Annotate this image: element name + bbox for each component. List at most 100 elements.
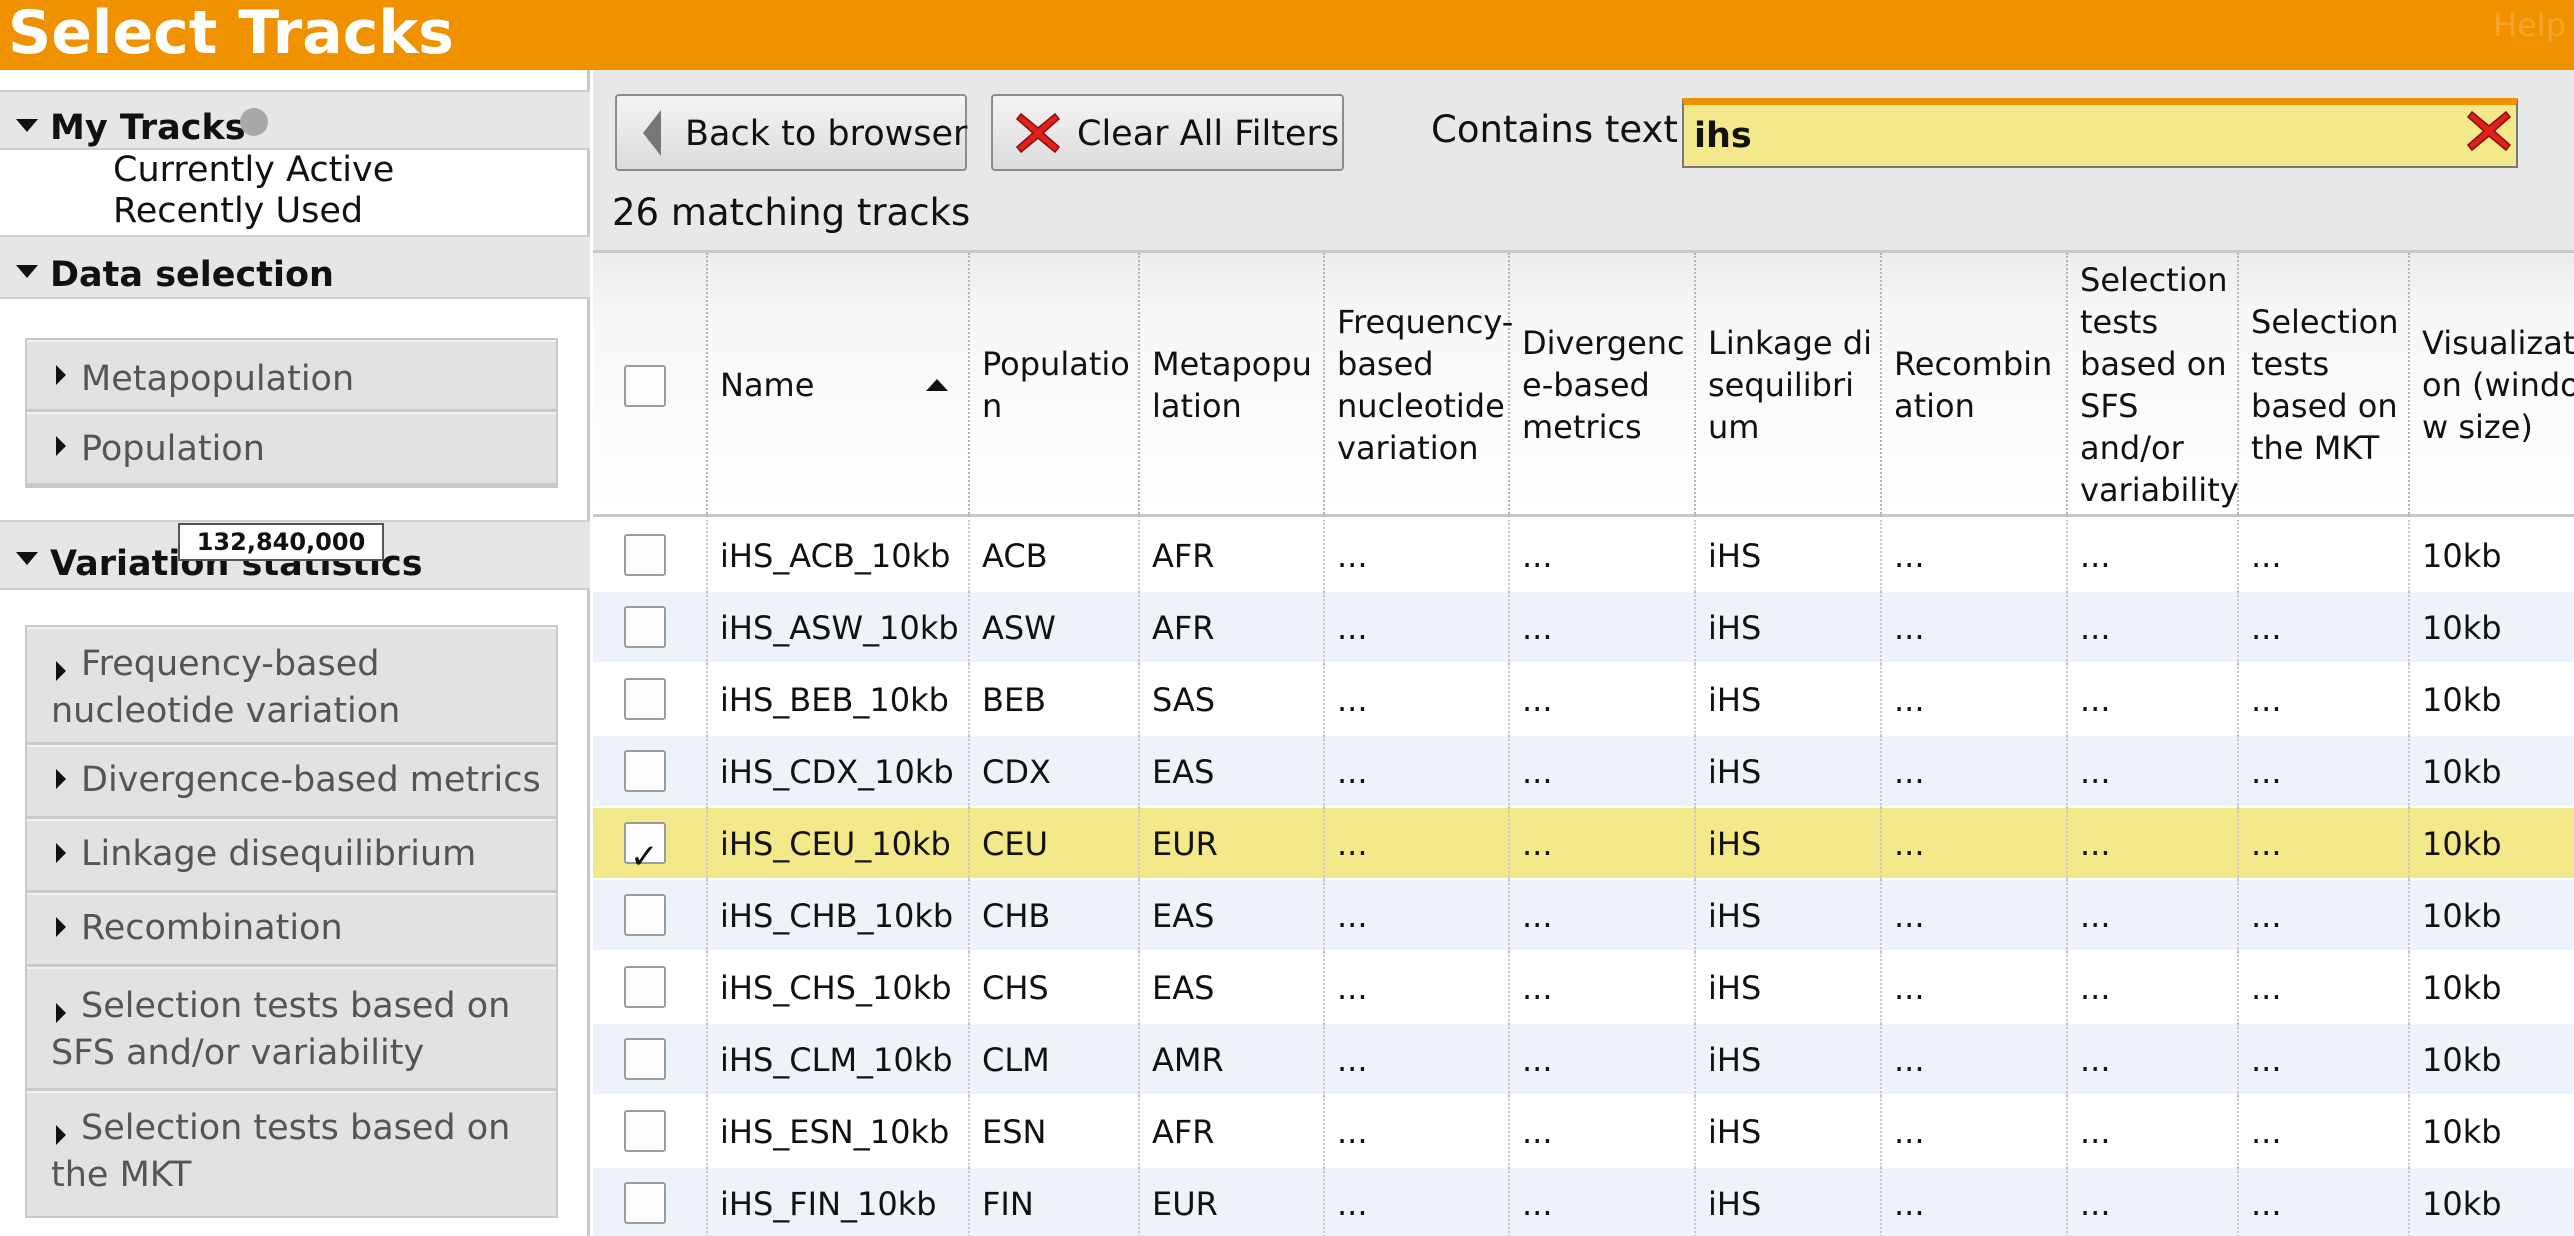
facet-divergence-based[interactable]: Divergence-based metrics	[27, 745, 556, 819]
table-cell: ...	[1882, 736, 2068, 808]
recently-used-link[interactable]: Recently Used	[113, 191, 363, 231]
my-tracks-header[interactable]: My Tracks	[0, 90, 590, 150]
column-header-visualization[interactable]: Visualization (window size)	[2410, 253, 2574, 517]
table-cell: ...	[1325, 880, 1510, 952]
table-cell: ACB	[970, 520, 1140, 592]
table-cell: ...	[1325, 664, 1510, 736]
table-cell: EAS	[1140, 736, 1325, 808]
table-cell: iHS_BEB_10kb	[708, 664, 970, 736]
facet-recombination[interactable]: Recombination	[27, 893, 556, 967]
tracks-table: Name Population Metapopulation Frequency…	[593, 250, 2574, 1236]
data-selection-header[interactable]: Data selection	[0, 235, 590, 299]
table-cell: ...	[1510, 1096, 1696, 1168]
table-row[interactable]: iHS_ACB_10kb ACB AFR...... iHS......... 10kb	[593, 520, 2574, 592]
search-input[interactable]	[1682, 98, 2518, 168]
table-row[interactable]: iHS_CEU_10kbCEUEUR......iHS.........10kb	[593, 808, 2574, 880]
status-dot-icon	[240, 108, 268, 136]
facet-linkage-disequilibrium[interactable]: Linkage disequilibrium	[27, 819, 556, 893]
table-cell: ...	[1510, 880, 1696, 952]
row-checkbox-cell	[593, 736, 708, 808]
table-cell: FIN	[970, 1168, 1140, 1236]
table-cell: 10kb	[2410, 1096, 2574, 1168]
facet-population[interactable]: Population	[27, 412, 556, 486]
row-checkbox[interactable]	[624, 534, 666, 576]
sidebar: My Tracks Currently Active Recently Used…	[0, 70, 590, 1236]
page-title: Select Tracks	[8, 0, 454, 68]
facet-frequency-based[interactable]: Frequency-based nucleotide variation	[27, 627, 556, 745]
currently-active-link[interactable]: Currently Active	[113, 150, 394, 190]
table-cell: AFR	[1140, 1096, 1325, 1168]
row-checkbox[interactable]	[624, 606, 666, 648]
table-cell: ...	[1882, 520, 2068, 592]
table-cell: ...	[2239, 1096, 2410, 1168]
row-checkbox[interactable]	[624, 1182, 666, 1224]
facet-selection-mkt[interactable]: Selection tests based on the MKT	[27, 1091, 556, 1216]
table-row[interactable]: iHS_FIN_10kb FIN EUR...... iHS......... 10kb	[593, 1168, 2574, 1236]
table-cell: 10kb	[2410, 592, 2574, 664]
select-all-cell	[593, 253, 708, 517]
table-cell: ...	[1882, 808, 2068, 880]
table-cell: ...	[2068, 736, 2239, 808]
table-cell: 10kb	[2410, 520, 2574, 592]
match-count: 26 matching tracks	[612, 191, 971, 234]
table-cell: ...	[2239, 664, 2410, 736]
column-header-linkage[interactable]: Linkage disequilibrium	[1696, 253, 1882, 517]
row-checkbox[interactable]	[624, 750, 666, 792]
row-checkbox-cell	[593, 880, 708, 952]
clear-search-icon[interactable]	[2466, 108, 2512, 154]
column-header-divergence[interactable]: Divergence-based metrics	[1510, 253, 1696, 517]
clear-all-filters-button[interactable]: Clear All Filters	[991, 94, 1344, 171]
row-checkbox[interactable]	[624, 966, 666, 1008]
table-cell: CHS	[970, 952, 1140, 1024]
table-cell: ...	[2239, 592, 2410, 664]
table-cell: ...	[2239, 880, 2410, 952]
table-cell: ...	[2239, 736, 2410, 808]
table-cell: AFR	[1140, 520, 1325, 592]
column-header-selection-mkt[interactable]: Selection tests based on the MKT	[2239, 253, 2410, 517]
table-row[interactable]: iHS_ASW_10kb ASW AFR...... iHS......... 10kb	[593, 592, 2574, 664]
back-arrow-icon	[643, 110, 661, 156]
row-checkbox-cell	[593, 952, 708, 1024]
row-checkbox-cell	[593, 808, 708, 880]
table-cell: AFR	[1140, 592, 1325, 664]
table-cell: 10kb	[2410, 808, 2574, 880]
table-row[interactable]: iHS_BEB_10kb BEB SAS...... iHS......... 10kb	[593, 664, 2574, 736]
table-cell: ...	[1510, 664, 1696, 736]
table-cell: EAS	[1140, 952, 1325, 1024]
select-all-checkbox[interactable]	[624, 365, 666, 407]
back-to-browser-button[interactable]: Back to browser	[615, 94, 967, 171]
table-cell: ...	[2068, 952, 2239, 1024]
table-cell: ...	[1882, 1096, 2068, 1168]
table-row[interactable]: iHS_CLM_10kb CLM AMR...... iHS......... 10kb	[593, 1024, 2574, 1096]
facet-selection-sfs[interactable]: Selection tests based on SFS and/or vari…	[27, 967, 556, 1091]
table-row[interactable]: iHS_CHS_10kb CHS EAS...... iHS......... 10kb	[593, 952, 2574, 1024]
row-checkbox[interactable]	[624, 1110, 666, 1152]
row-checkbox[interactable]	[624, 678, 666, 720]
table-cell: CDX	[970, 736, 1140, 808]
row-checkbox[interactable]	[624, 1038, 666, 1080]
table-row[interactable]: iHS_CDX_10kb CDX EAS...... iHS......... 10kb	[593, 736, 2574, 808]
row-checkbox[interactable]	[624, 894, 666, 936]
row-checkbox[interactable]	[624, 821, 666, 880]
facet-metapopulation[interactable]: Metapopulation	[27, 340, 556, 412]
help-link[interactable]: Help	[2493, 6, 2566, 44]
table-cell: iHS	[1696, 1096, 1882, 1168]
table-cell: ...	[2068, 664, 2239, 736]
table-cell: EUR	[1140, 1168, 1325, 1236]
column-header-selection-sfs[interactable]: Selection tests based on SFS and/or vari…	[2068, 253, 2239, 517]
column-header-frequency[interactable]: Frequency-based nucleotide variation	[1325, 253, 1513, 517]
column-header-metapopulation[interactable]: Metapopulation	[1140, 253, 1325, 517]
variation-statistics-facets: Frequency-based nucleotide variation Div…	[25, 625, 558, 1218]
table-cell: iHS_ESN_10kb	[708, 1096, 970, 1168]
column-header-recombination[interactable]: Recombination	[1882, 253, 2068, 517]
hover-tooltip: 132,840,000	[178, 523, 384, 561]
expand-triangle-icon	[56, 436, 66, 456]
table-row[interactable]: iHS_ESN_10kb ESN AFR...... iHS......... 10kb	[593, 1096, 2574, 1168]
table-cell: iHS_CDX_10kb	[708, 736, 970, 808]
column-header-name[interactable]: Name	[708, 253, 970, 517]
column-header-population[interactable]: Population	[970, 253, 1140, 517]
row-checkbox-cell	[593, 520, 708, 592]
row-checkbox-cell	[593, 664, 708, 736]
table-cell: ...	[2068, 1168, 2239, 1236]
table-row[interactable]: iHS_CHB_10kb CHB EAS...... iHS......... 10kb	[593, 880, 2574, 952]
